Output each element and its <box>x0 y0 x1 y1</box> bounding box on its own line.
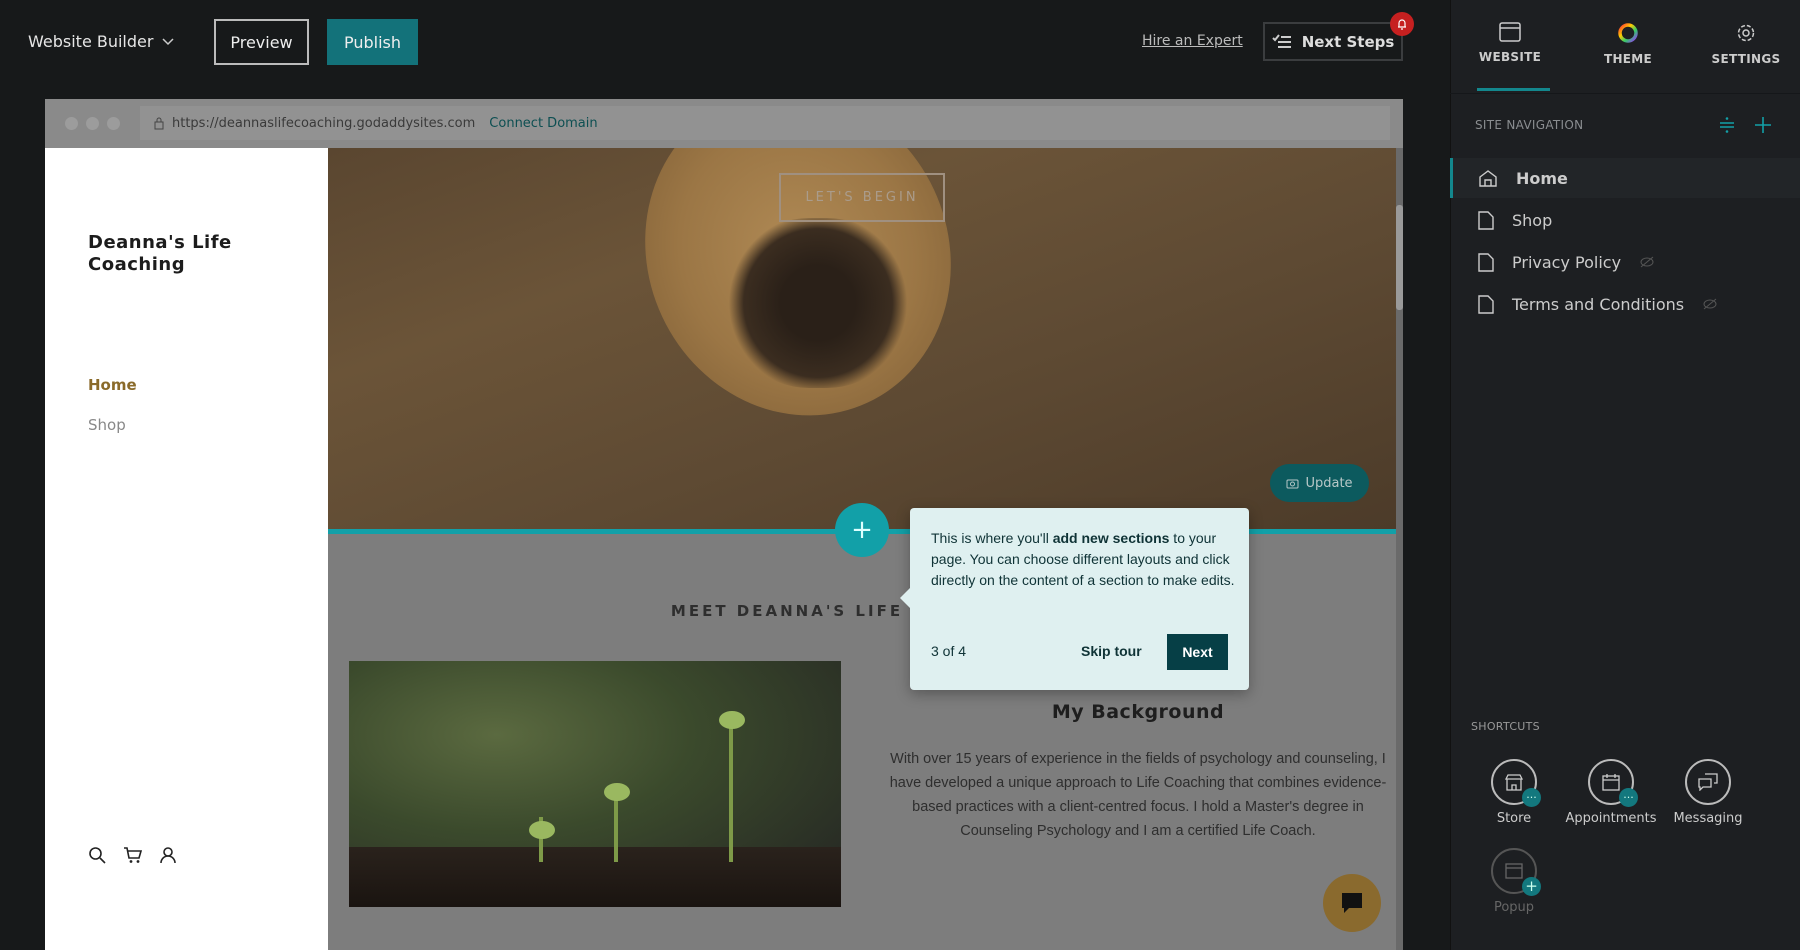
address-bar: https://deannaslifecoaching.godaddysites… <box>45 99 1403 148</box>
next-steps-button[interactable]: Next Steps <box>1263 22 1403 61</box>
chat-bubbles-icon <box>1698 773 1718 791</box>
page-icon <box>1478 294 1494 314</box>
sprout <box>729 712 733 862</box>
seedlings-image[interactable] <box>349 661 841 907</box>
connect-domain-link[interactable]: Connect Domain <box>489 116 597 131</box>
update-label: Update <box>1305 475 1353 491</box>
brand-label: Website Builder <box>28 32 154 51</box>
reorder-icon[interactable] <box>1719 116 1735 134</box>
preview-button[interactable]: Preview <box>214 19 309 65</box>
page-icon <box>1478 210 1494 230</box>
shortcut-popup[interactable]: + Popup <box>1459 848 1569 915</box>
site-title[interactable]: Deanna's Life Coaching <box>88 232 288 276</box>
page-icon <box>1478 252 1494 272</box>
publish-button[interactable]: Publish <box>327 19 418 65</box>
hero-section[interactable]: LET'S BEGIN Update <box>328 148 1396 530</box>
tour-step-counter: 3 of 4 <box>931 643 967 659</box>
camera-icon <box>1286 479 1299 489</box>
leaf <box>604 783 630 801</box>
cloves-image <box>728 218 908 388</box>
page-label: Privacy Policy <box>1512 252 1622 272</box>
leaf <box>719 711 745 729</box>
divider <box>1450 93 1800 94</box>
lock-icon <box>154 117 164 129</box>
skip-tour-button[interactable]: Skip tour <box>1081 643 1142 659</box>
tab-label: SETTINGS <box>1711 52 1781 66</box>
lets-begin-button[interactable]: LET'S BEGIN <box>779 173 945 222</box>
store-icon <box>1504 774 1524 791</box>
tab-label: WEBSITE <box>1478 50 1542 64</box>
tab-theme[interactable]: THEME <box>1573 22 1683 66</box>
more-icon: ··· <box>1619 788 1638 807</box>
site-nav-shop[interactable]: Shop <box>88 416 126 434</box>
chat-button[interactable] <box>1323 874 1381 932</box>
more-icon: ··· <box>1522 788 1541 807</box>
page-item-terms-and-conditions[interactable]: Terms and Conditions <box>1450 284 1800 324</box>
page-item-shop[interactable]: Shop <box>1450 200 1800 240</box>
search-icon[interactable] <box>88 846 106 864</box>
hidden-eye-icon <box>1703 298 1717 310</box>
tab-label: THEME <box>1603 52 1653 66</box>
hidden-eye-icon <box>1640 256 1654 268</box>
next-steps-label: Next Steps <box>1301 32 1395 51</box>
shortcut-label: Appointments <box>1565 811 1657 826</box>
window-dot <box>86 117 99 130</box>
chat-icon <box>1342 893 1362 913</box>
shortcut-label: Messaging <box>1673 811 1743 826</box>
shortcut-messaging[interactable]: Messaging <box>1653 759 1763 826</box>
shortcut-appointments[interactable]: ··· Appointments <box>1556 759 1666 826</box>
update-image-button[interactable]: Update <box>1270 464 1369 502</box>
account-icon[interactable] <box>159 846 177 864</box>
shortcuts-label: SHORTCUTS <box>1471 720 1540 733</box>
gear-icon <box>1737 24 1755 42</box>
page-label: Shop <box>1512 210 1553 230</box>
page-item-home[interactable]: Home <box>1450 158 1800 198</box>
site-sidebar: Deanna's Life Coaching Home Shop <box>45 148 328 950</box>
shortcut-label: Popup <box>1493 900 1535 915</box>
window-dot <box>65 117 78 130</box>
window-dot <box>107 117 120 130</box>
browser-window-icon <box>1499 22 1521 42</box>
url-box: https://deannaslifecoaching.godaddysites… <box>140 106 1390 140</box>
popup-icon <box>1505 863 1523 879</box>
color-wheel-icon <box>1618 23 1638 43</box>
checklist-icon <box>1271 33 1291 48</box>
calendar-icon <box>1602 774 1620 791</box>
site-nav-home[interactable]: Home <box>88 376 137 394</box>
page-label: Home <box>1516 168 1568 188</box>
page-label: Terms and Conditions <box>1512 294 1685 314</box>
home-icon <box>1479 170 1497 187</box>
plus-icon: + <box>851 515 873 545</box>
tour-tooltip: This is where you'll add new sections to… <box>900 508 1249 690</box>
page-item-privacy-policy[interactable]: Privacy Policy <box>1450 242 1800 282</box>
active-tab-indicator <box>1477 88 1550 91</box>
tab-website[interactable]: WEBSITE <box>1455 22 1565 64</box>
url-text: https://deannaslifecoaching.godaddysites… <box>172 115 476 131</box>
background-title[interactable]: My Background <box>880 701 1396 723</box>
soil <box>349 847 841 907</box>
tour-text: This is where you'll add new sections to… <box>931 530 1235 588</box>
leaf <box>529 821 555 839</box>
shortcut-label: Store <box>1496 811 1532 826</box>
scrollbar-thumb[interactable] <box>1396 205 1403 310</box>
notification-bell-icon[interactable] <box>1390 12 1414 36</box>
cart-icon[interactable] <box>123 846 143 864</box>
chevron-down-icon <box>162 37 174 45</box>
shortcut-store[interactable]: ··· Store <box>1459 759 1569 826</box>
site-navigation-label: SITE NAVIGATION <box>1475 118 1584 132</box>
tour-next-button[interactable]: Next <box>1167 634 1228 670</box>
add-page-icon[interactable] <box>1754 116 1772 134</box>
add-icon: + <box>1522 877 1541 896</box>
website-builder-menu[interactable]: Website Builder <box>28 32 175 51</box>
background-text[interactable]: With over 15 years of experience in the … <box>880 747 1396 843</box>
tab-settings[interactable]: SETTINGS <box>1691 22 1800 66</box>
hire-expert-link[interactable]: Hire an Expert <box>1142 33 1243 49</box>
add-section-button[interactable]: + <box>835 503 889 557</box>
